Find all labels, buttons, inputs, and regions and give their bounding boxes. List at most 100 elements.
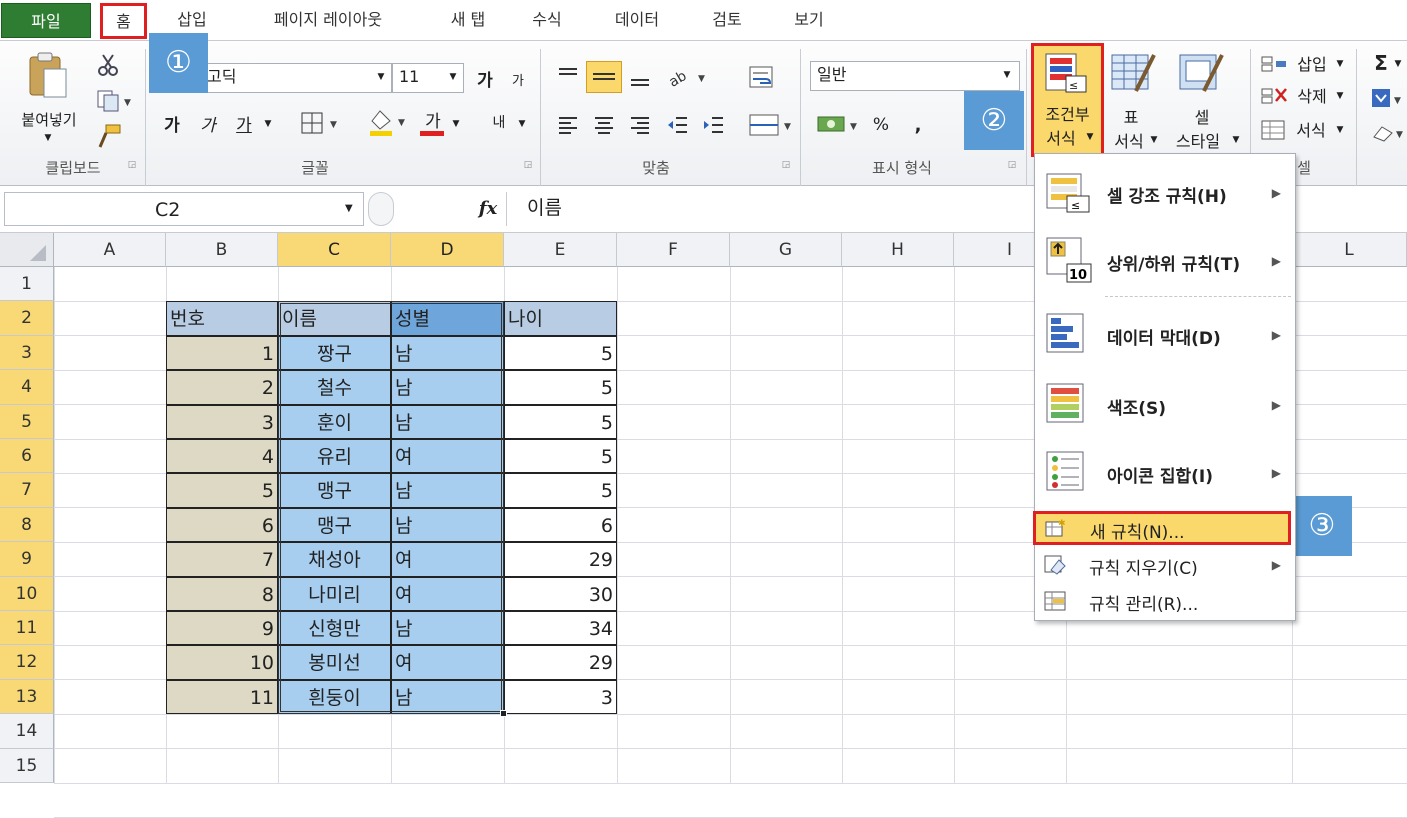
column-header[interactable]: L xyxy=(1292,233,1407,267)
underline-button[interactable]: 가 xyxy=(232,109,256,137)
table-cell-name[interactable]: 짱구 xyxy=(278,335,391,371)
table-cell-gender[interactable]: 여 xyxy=(391,542,504,577)
paste-icon[interactable] xyxy=(26,51,70,101)
column-header[interactable]: B xyxy=(166,233,278,267)
number-launcher-icon[interactable]: ◲ xyxy=(1006,159,1018,171)
tab-view[interactable]: 보기 xyxy=(780,0,838,40)
shrink-font-button[interactable]: 가 xyxy=(508,67,528,91)
font-color-button[interactable]: 가 xyxy=(420,107,446,132)
table-cell-age[interactable]: 5 xyxy=(504,335,617,371)
cut-icon[interactable] xyxy=(96,53,120,77)
table-cell-age[interactable]: 29 xyxy=(504,542,617,577)
table-cell-number[interactable]: 2 xyxy=(166,370,278,405)
number-format-dropdown-icon[interactable]: ▼ xyxy=(1000,67,1014,83)
table-cell-gender[interactable]: 남 xyxy=(391,335,504,371)
column-header[interactable]: D xyxy=(391,233,504,267)
italic-button[interactable]: 가 xyxy=(196,109,220,137)
percent-style-button[interactable]: % xyxy=(868,111,894,139)
menu-item-new-rule[interactable]: ✱ 새 규칙(N)... xyxy=(1033,511,1291,545)
align-left-icon[interactable] xyxy=(556,113,580,137)
insert-cells-dropdown-icon[interactable]: ▼ xyxy=(1334,57,1346,71)
table-cell-number[interactable]: 5 xyxy=(166,473,278,508)
row-header[interactable]: 12 xyxy=(0,645,54,680)
table-cell-number[interactable]: 9 xyxy=(166,611,278,646)
copy-icon[interactable]: ▼ xyxy=(96,89,134,113)
table-cell-name[interactable]: 봉미선 xyxy=(278,645,391,680)
insert-cells-icon[interactable] xyxy=(1260,53,1290,75)
cell-styles-label-2[interactable]: 스타일 xyxy=(1166,129,1230,151)
border-icon[interactable]: ▼ xyxy=(300,111,340,135)
tab-data[interactable]: 데이터 xyxy=(600,0,674,40)
cell-styles-label-1[interactable]: 셀 xyxy=(1172,105,1232,127)
row-header[interactable]: 10 xyxy=(0,576,54,611)
fill-handle[interactable] xyxy=(500,710,507,718)
cell-styles-dropdown-icon[interactable]: ▼ xyxy=(1230,133,1242,147)
table-cell-number[interactable]: 6 xyxy=(166,507,278,543)
align-right-icon[interactable] xyxy=(628,113,652,137)
number-format-input[interactable]: 일반 xyxy=(810,61,1020,91)
font-name-input[interactable]: 고딕 xyxy=(200,63,392,93)
row-header[interactable]: 1 xyxy=(0,267,54,302)
menu-item-top-bottom[interactable]: 10 상위/하위 규칙(T) ▶ xyxy=(1035,226,1295,292)
wrap-text-icon[interactable] xyxy=(748,63,778,91)
table-cell-age[interactable]: 5 xyxy=(504,404,617,439)
table-cell-number[interactable]: 10 xyxy=(166,645,278,680)
table-cell-number[interactable]: 4 xyxy=(166,439,278,474)
column-header[interactable]: A xyxy=(54,233,166,267)
font-color-dropdown-icon[interactable]: ▼ xyxy=(450,117,462,131)
row-header[interactable]: 2 xyxy=(0,301,54,336)
name-box-dropdown-icon[interactable]: ▼ xyxy=(345,203,353,214)
delete-cells-button[interactable]: 삭제 xyxy=(1290,83,1334,107)
column-header[interactable]: F xyxy=(617,233,730,267)
column-header[interactable]: E xyxy=(504,233,617,267)
underline-dropdown-icon[interactable]: ▼ xyxy=(262,117,274,131)
table-cell-number[interactable]: 11 xyxy=(166,679,278,715)
grow-font-button[interactable]: 가 xyxy=(474,65,496,91)
autosum-dropdown-icon[interactable]: ▼ xyxy=(1392,57,1404,71)
align-top-icon[interactable] xyxy=(556,65,580,89)
tab-page-layout[interactable]: 페이지 레이아웃 xyxy=(248,0,408,40)
font-size-dropdown-icon[interactable]: ▼ xyxy=(446,69,460,85)
table-cell-age[interactable]: 5 xyxy=(504,473,617,508)
tab-new[interactable]: 새 탭 xyxy=(432,0,504,40)
menu-item-color-scales[interactable]: 색조(S) ▶ xyxy=(1035,370,1295,436)
table-cell-gender[interactable]: 남 xyxy=(391,404,504,439)
table-cell-age[interactable]: 6 xyxy=(504,507,617,543)
column-header[interactable]: H xyxy=(842,233,954,267)
cell-styles-icon[interactable] xyxy=(1178,51,1224,97)
align-bottom-icon[interactable] xyxy=(628,65,652,89)
table-cell-name[interactable]: 맹구 xyxy=(278,507,391,543)
align-middle-icon[interactable] xyxy=(586,61,622,93)
format-cells-button[interactable]: 서식 xyxy=(1288,117,1334,141)
phonetic-button[interactable]: 내 xyxy=(484,107,514,137)
table-cell-gender[interactable]: 남 xyxy=(391,679,504,715)
format-painter-icon[interactable] xyxy=(96,123,122,149)
delete-cells-dropdown-icon[interactable]: ▼ xyxy=(1334,89,1346,103)
table-header-cell[interactable]: 성별 xyxy=(391,301,504,336)
table-header-cell[interactable]: 나이 xyxy=(504,301,617,336)
clipboard-launcher-icon[interactable]: ◲ xyxy=(126,159,138,171)
table-cell-name[interactable]: 나미리 xyxy=(278,576,391,611)
paste-button[interactable]: 붙여넣기 xyxy=(6,107,92,131)
tab-home[interactable]: 홈 xyxy=(100,3,147,39)
table-cell-gender[interactable]: 남 xyxy=(391,370,504,405)
paste-dropdown-icon[interactable]: ▼ xyxy=(38,131,58,145)
table-cell-age[interactable]: 5 xyxy=(504,370,617,405)
table-cell-name[interactable]: 철수 xyxy=(278,370,391,405)
font-launcher-icon[interactable]: ◲ xyxy=(522,159,534,171)
table-cell-age[interactable]: 34 xyxy=(504,611,617,646)
phonetic-dropdown-icon[interactable]: ▼ xyxy=(516,117,528,131)
insert-cells-button[interactable]: 삽입 xyxy=(1290,51,1334,75)
table-cell-name[interactable]: 맹구 xyxy=(278,473,391,508)
row-header[interactable]: 5 xyxy=(0,404,54,439)
insert-function-button[interactable]: fx xyxy=(472,192,504,226)
row-header[interactable]: 14 xyxy=(0,714,54,749)
menu-item-data-bars[interactable]: 데이터 막대(D) ▶ xyxy=(1035,300,1295,366)
table-cell-gender[interactable]: 여 xyxy=(391,645,504,680)
format-as-table-icon[interactable] xyxy=(1110,51,1156,97)
format-as-table-dropdown-icon[interactable]: ▼ xyxy=(1148,133,1160,147)
clear-icon[interactable]: ▼ xyxy=(1370,121,1406,145)
row-header[interactable]: 7 xyxy=(0,473,54,508)
comma-style-button[interactable]: , xyxy=(908,111,928,139)
table-cell-gender[interactable]: 여 xyxy=(391,576,504,611)
